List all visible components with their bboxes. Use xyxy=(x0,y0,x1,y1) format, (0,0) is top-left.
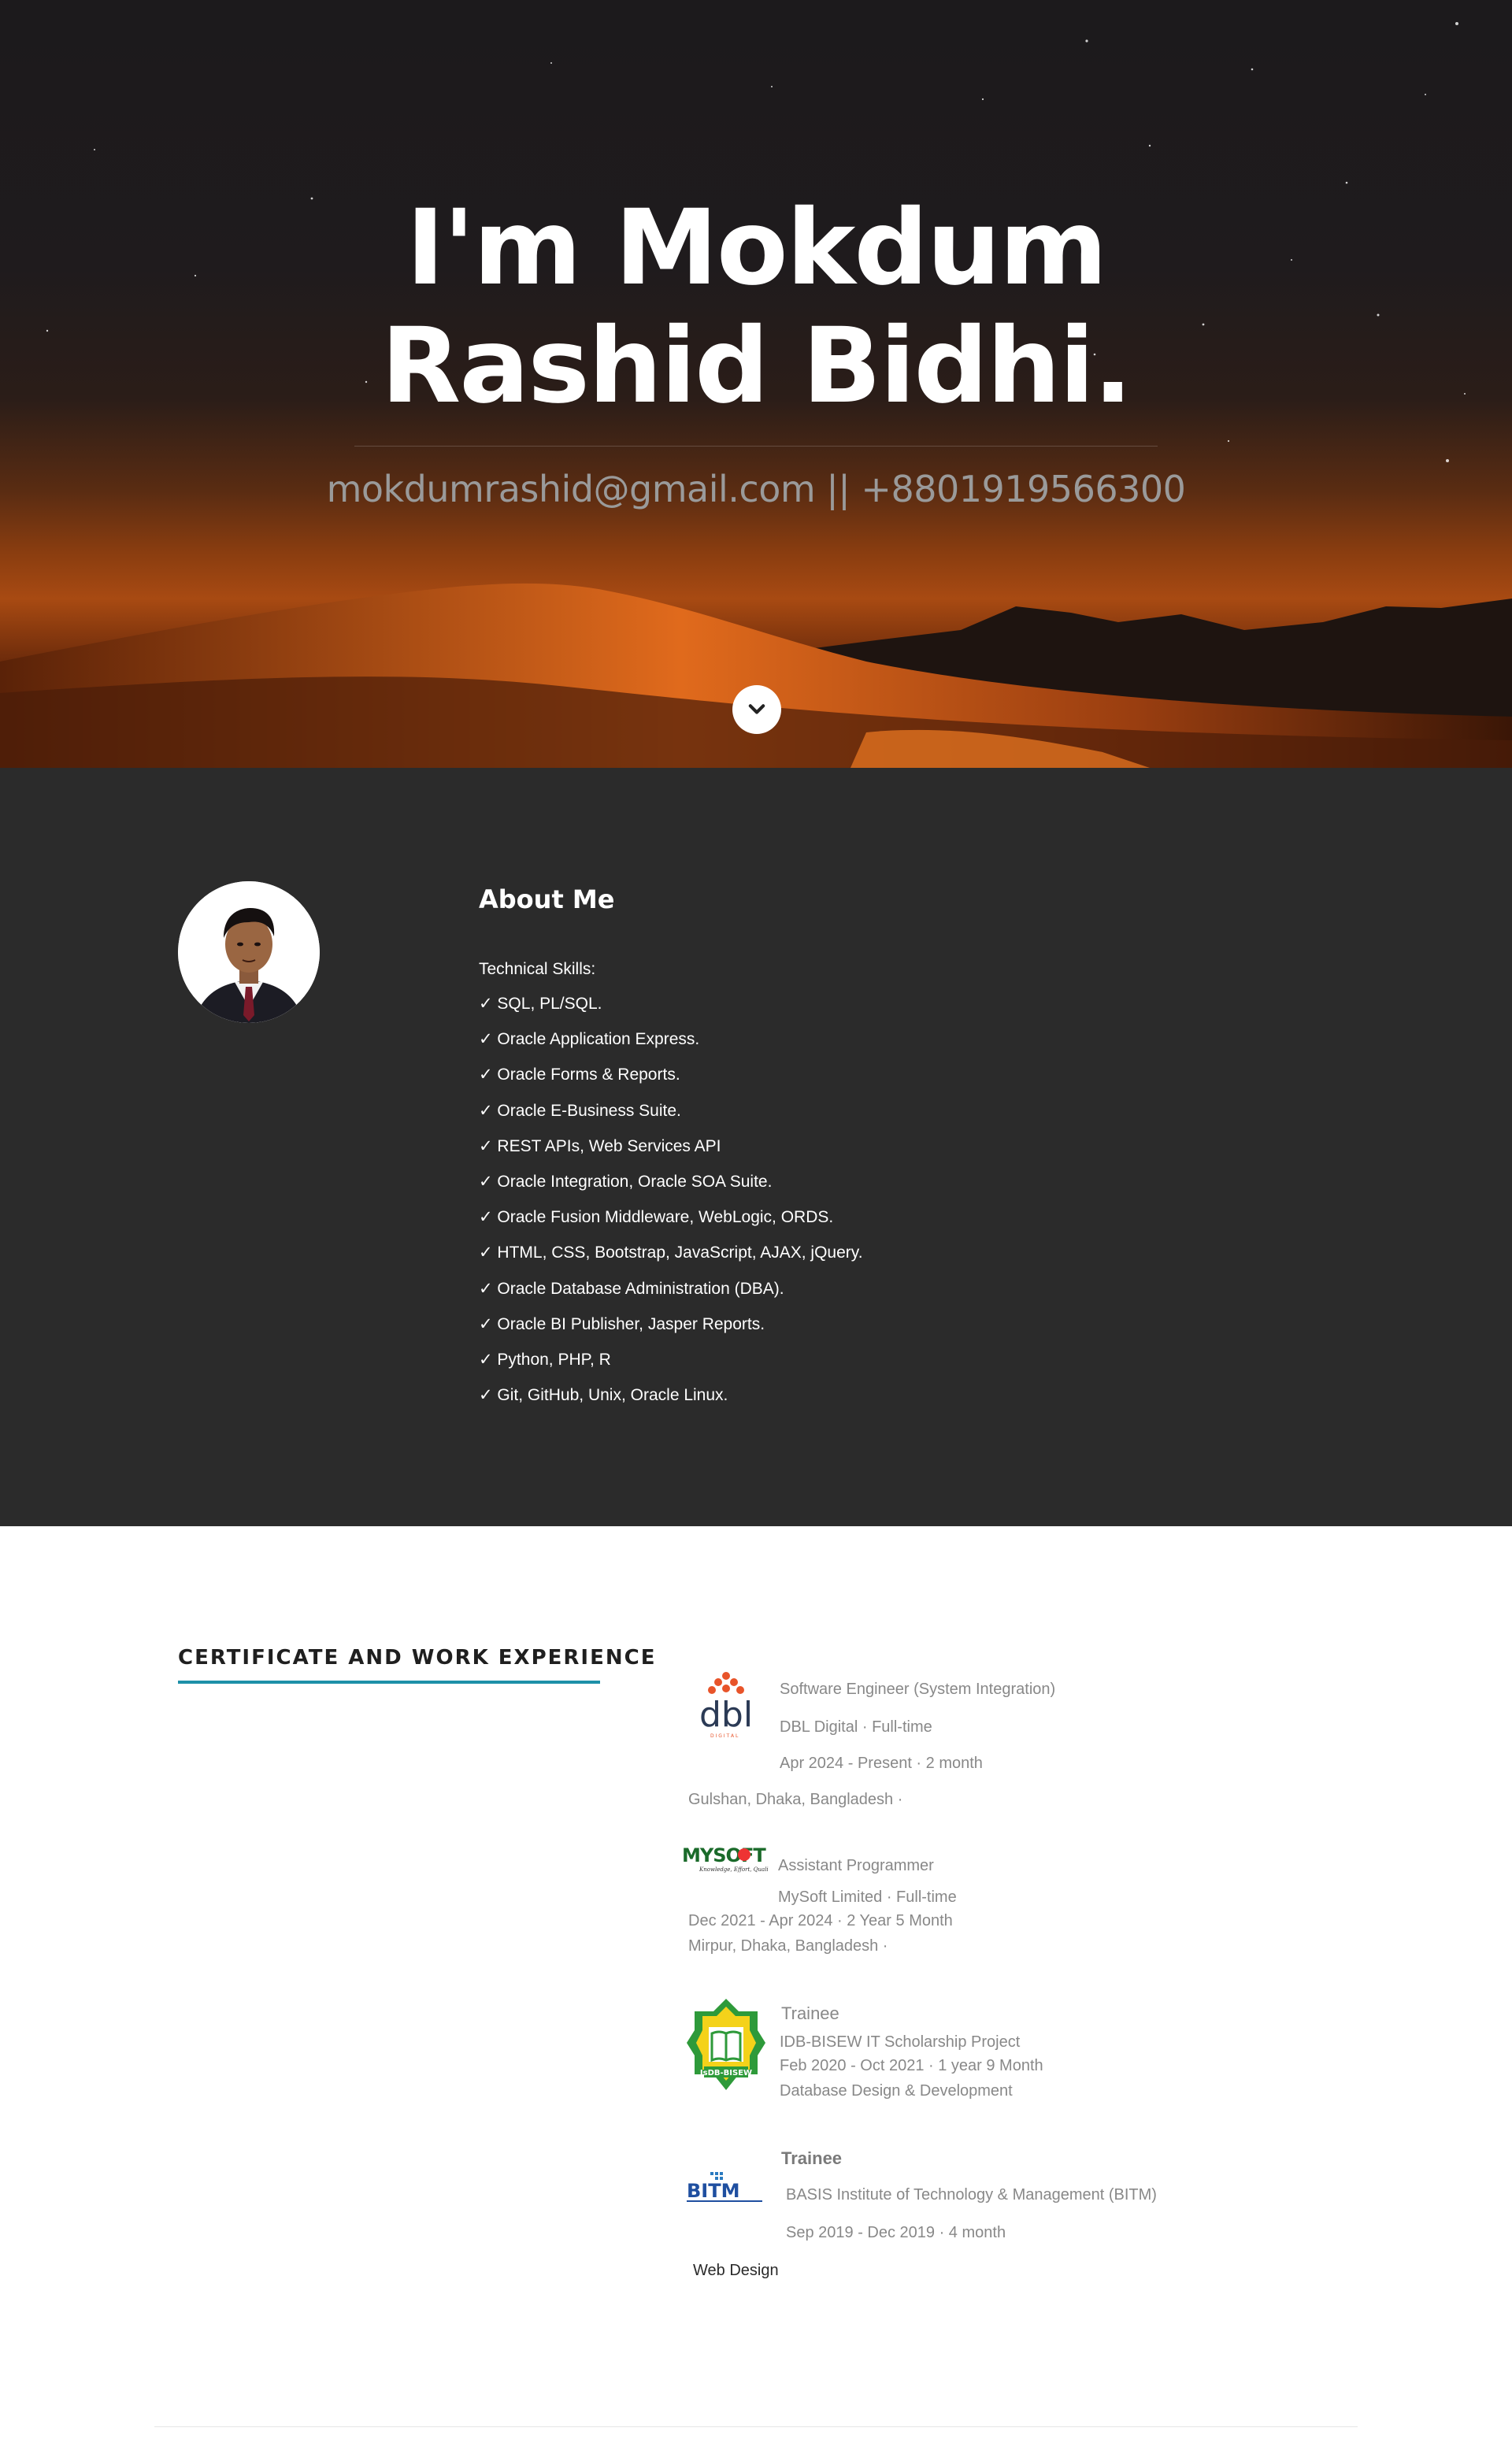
job-detail: Database Design & Development xyxy=(780,2082,1013,2100)
job-period: Sep 2019 - Dec 2019 · 4 month xyxy=(786,2224,1006,2241)
job-title: Trainee xyxy=(781,2003,839,2023)
hero-contact: mokdumrashid@gmail.com || +8801919566300 xyxy=(326,468,1186,510)
skill-item: ✓ Oracle E-Business Suite. xyxy=(479,1101,681,1120)
job-title: Software Engineer (System Integration) xyxy=(780,1681,1056,1698)
skill-item: ✓ SQL, PL/SQL. xyxy=(479,995,602,1013)
svg-text:IsDB-BISEW: IsDB-BISEW xyxy=(700,2069,752,2077)
hero-divider xyxy=(354,446,1158,447)
skill-item: ✓ Git, GitHub, Unix, Oracle Linux. xyxy=(479,1386,728,1405)
svg-text:MYSOFT: MYSOFT xyxy=(682,1844,766,1866)
svg-text:BITM: BITM xyxy=(687,2180,739,2202)
mysoft-logo-mark: MYSOFT Knowledge, Effort, Quality xyxy=(682,1844,774,1873)
skills-label: Technical Skills: xyxy=(479,960,596,978)
job-company: BASIS Institute of Technology & Manageme… xyxy=(786,2186,1157,2204)
profile-photo xyxy=(178,881,320,1023)
dbl-logo: dbl D I G I T A L xyxy=(695,1666,762,1742)
skill-item: ✓ Oracle Database Administration (DBA). xyxy=(479,1279,784,1298)
skill-item: ✓ HTML, CSS, Bootstrap, JavaScript, AJAX… xyxy=(479,1244,863,1262)
job-period: Feb 2020 - Oct 2021 · 1 year 9 Month xyxy=(780,2057,1043,2074)
hero-title: I'm Mokdum Rashid Bidhi. xyxy=(380,187,1133,427)
chevron-down-icon xyxy=(748,704,765,714)
job-location: Gulshan, Dhaka, Bangladesh · xyxy=(688,1791,903,1808)
svg-text:Knowledge, Effort, Quality: Knowledge, Effort, Quality xyxy=(699,1866,769,1873)
skill-item: ✓ Oracle Integration, Oracle SOA Suite. xyxy=(479,1172,773,1191)
idb-bisew-logo: IsDB-BISEW xyxy=(685,1997,767,2093)
heading-underline xyxy=(178,1681,600,1684)
job-title: Assistant Programmer xyxy=(778,1857,934,1874)
job-period: Apr 2024 - Present · 2 month xyxy=(780,1755,983,1772)
footer-divider xyxy=(154,2426,1358,2427)
svg-text:D I G I T A L: D I G I T A L xyxy=(710,1733,739,1739)
avatar xyxy=(178,881,320,1023)
job-company: DBL Digital · Full-time xyxy=(780,1718,932,1736)
skill-item: ✓ Oracle Fusion Middleware, WebLogic, OR… xyxy=(479,1208,834,1227)
job-detail: Web Design xyxy=(693,2262,779,2279)
skills-list: ✓ SQL, PL/SQL. ✓ Oracle Application Expr… xyxy=(479,995,863,1421)
mysoft-logo: MYSOFT Knowledge, Effort, Quality xyxy=(682,1841,774,1876)
experience-section: CERTIFICATE AND WORK EXPERIENCE dbl D I … xyxy=(0,1526,1512,2450)
job-period: Dec 2021 - Apr 2024 · 2 Year 5 Month xyxy=(688,1912,953,1929)
skill-item: ✓ Oracle BI Publisher, Jasper Reports. xyxy=(479,1314,765,1333)
skill-item: ✓ Oracle Forms & Reports. xyxy=(479,1066,680,1084)
skill-item: ✓ Oracle Application Express. xyxy=(479,1030,700,1049)
job-title: Trainee xyxy=(781,2148,843,2168)
job-location: Mirpur, Dhaka, Bangladesh · xyxy=(688,1937,888,1955)
idb-bisew-logo-mark: IsDB-BISEW xyxy=(687,1999,765,2090)
dbl-logo-mark: dbl D I G I T A L xyxy=(699,1672,753,1739)
skill-item: ✓ Python, PHP, R xyxy=(479,1350,611,1369)
hero-section: I'm Mokdum Rashid Bidhi. mokdumrashid@gm… xyxy=(0,0,1512,768)
skill-item: ✓ REST APIs, Web Services API xyxy=(479,1136,721,1155)
experience-heading: CERTIFICATE AND WORK EXPERIENCE xyxy=(178,1646,657,1670)
bitm-logo: BITM xyxy=(687,2170,765,2207)
about-title: About Me xyxy=(479,884,615,914)
bitm-logo-mark: BITM xyxy=(687,2172,762,2202)
job-company: MySoft Limited · Full-time xyxy=(778,1888,957,1906)
job-company: IDB-BISEW IT Scholarship Project xyxy=(780,2033,1021,2051)
about-section: About Me Technical Skills: ✓ SQL, PL/SQL… xyxy=(0,768,1512,1526)
dbl-logo-text: dbl xyxy=(699,1695,753,1735)
scroll-down-button[interactable] xyxy=(732,685,781,734)
